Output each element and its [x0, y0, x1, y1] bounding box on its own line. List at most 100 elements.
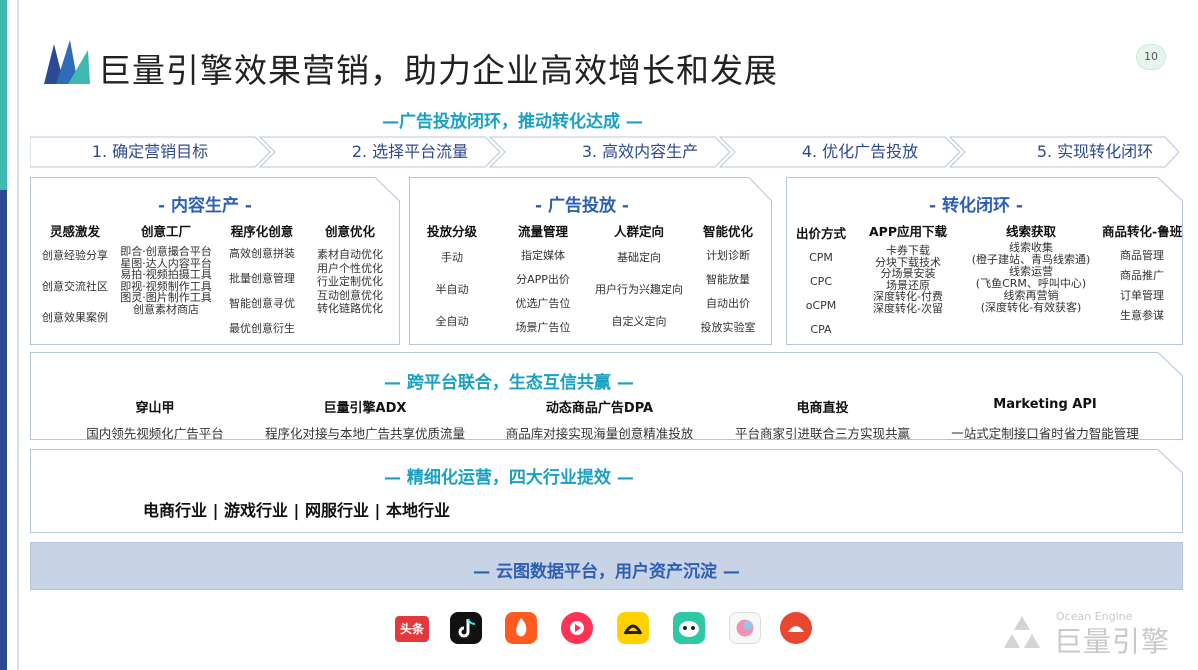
- cloud-heading: — 云图数据平台，用户资产沉淀 —: [473, 562, 740, 582]
- partner-name: 动态商品广告DPA: [545, 401, 654, 416]
- conversion-loop-panel: - 转化闭环 - 出价方式 CPM CPC oCPM CPA APP应用下载 卡…: [786, 177, 1183, 345]
- list-item: 智能创意寻优: [229, 297, 295, 310]
- list-item: 创意效果案例: [42, 311, 108, 324]
- list-item: 高效创意拼装: [229, 247, 295, 260]
- ad-delivery-panel: - 广告投放 - 投放分级 手动 半自动 全自动 流量管理 指定媒体 分APP出…: [409, 177, 772, 345]
- col-smart-optimization: 智能优化 计划诊断 智能放量 自动出价 投放实验室: [693, 221, 763, 334]
- col-header: 出价方式: [795, 226, 846, 241]
- marketing-steps-row: 1. 确定营销目标 2. 选择平台流量 3. 高效内容生产 4. 优化广告投放 …: [30, 136, 1180, 168]
- huoshan-icon: [505, 612, 537, 644]
- col-creative-factory: 创意工厂 即合·创意撮合平台 星图·达人内容平台 易拍·视频拍摄工具 即视·视频…: [116, 221, 216, 315]
- operations-heading: — 精细化运营，四大行业提效 —: [384, 468, 634, 488]
- list-item: 手动: [441, 251, 463, 264]
- aweme-icon: [780, 612, 812, 644]
- list-item: 场景广告位: [515, 321, 571, 334]
- list-item: 图灵·图片制作工具: [120, 291, 212, 304]
- toutiao-icon: 头条: [395, 616, 429, 642]
- partner-name: 穿山甲: [135, 401, 175, 416]
- conversion-loop-title: - 转化闭环 -: [929, 196, 1023, 216]
- ocean-engine-mark-icon: [1004, 616, 1040, 648]
- page-title: 巨量引擎效果营销，助力企业高效增长和发展: [98, 51, 778, 90]
- col-header: 商品转化-鲁班: [1102, 224, 1183, 239]
- cross-platform-heading: — 跨平台联合，生态互信共赢 —: [384, 373, 634, 393]
- list-item: 最优创意衍生: [229, 322, 295, 335]
- list-item: 投放实验室: [700, 321, 756, 334]
- col-header: 线索获取: [1005, 224, 1056, 239]
- step-2: 2. 选择平台流量: [351, 142, 469, 161]
- list-item: 互动创意优化: [317, 288, 383, 302]
- list-item: CPM: [809, 251, 833, 264]
- partner-desc: 国内领先视频化广告平台: [86, 426, 224, 441]
- col-header: 程序化创意: [230, 224, 294, 239]
- list-item: CPC: [810, 275, 832, 288]
- list-item: 生意参谋: [1120, 309, 1164, 322]
- list-item: 半自动: [435, 283, 469, 296]
- dongchedi-icon: [617, 612, 649, 644]
- ad-delivery-title: - 广告投放 -: [535, 196, 629, 216]
- ocean-engine-logo-icon: [44, 40, 90, 84]
- app-label: 头条: [399, 622, 424, 636]
- list-item: 批量创意管理: [229, 272, 295, 285]
- list-item: 用户行为兴趣定向: [595, 283, 683, 296]
- list-item: 商品推广: [1120, 269, 1164, 282]
- list-item: (深度转化-有效获客): [980, 301, 1082, 314]
- step-4: 4. 优化广告投放: [801, 142, 919, 161]
- qingyan-icon: [729, 612, 761, 644]
- list-item: 指定媒体: [521, 249, 565, 262]
- col-delivery-level: 投放分级 手动 半自动 全自动: [415, 221, 489, 328]
- col-header: 人群定向: [613, 224, 664, 239]
- col-header: 创意工厂: [140, 224, 191, 239]
- list-item: 全自动: [435, 315, 469, 328]
- page-number-badge: 10: [1136, 44, 1166, 70]
- col-inspiration: 灵感激发 创意经验分享 创意交流社区 创意效果案例: [32, 221, 118, 324]
- partner-name: Marketing API: [993, 397, 1097, 412]
- list-item: CPA: [810, 323, 832, 336]
- cloud-data-band: — 云图数据平台，用户资产沉淀 —: [30, 542, 1183, 590]
- col-header: 智能优化: [702, 224, 753, 239]
- list-item: 分APP出价: [516, 273, 570, 286]
- left-accent-bar-blue: [0, 190, 7, 670]
- col-app-download: APP应用下载 卡券下载 分块下载技术 分场景安装 场景还原 深度转化-付费 深…: [860, 221, 956, 314]
- list-item: 创意素材商店: [133, 302, 199, 316]
- list-item: 创意经验分享: [42, 249, 108, 262]
- brand-chinese: 巨量引擎: [1054, 625, 1171, 658]
- col-creative-optimization: 创意优化 素材自动优化 用户个性优化 行业定制优化 互动创意优化 转化链路优化: [308, 221, 392, 316]
- pipixia-icon: [673, 612, 705, 644]
- content-production-title: - 内容生产 -: [158, 196, 252, 216]
- col-bidding-method: 出价方式 CPM CPC oCPM CPA: [790, 223, 852, 336]
- ocean-engine-brand: Ocean Engine 巨量引擎: [1000, 610, 1175, 658]
- partner-name: 巨量引擎ADX: [323, 401, 407, 416]
- left-divider: [17, 0, 19, 670]
- list-item: oCPM: [805, 299, 837, 312]
- list-item: 智能放量: [706, 273, 750, 286]
- list-item: 自定义定向: [611, 315, 667, 328]
- list-item: 深度转化-次留: [873, 301, 943, 315]
- col-header: APP应用下载: [869, 224, 947, 239]
- partner-desc: 一站式定制接口省时省力智能管理: [951, 426, 1139, 441]
- list-item: 用户个性优化: [317, 261, 383, 275]
- list-item: 计划诊断: [706, 249, 750, 262]
- list-item: 商品管理: [1120, 249, 1164, 262]
- col-header: 流量管理: [517, 224, 568, 239]
- step-5: 5. 实现转化闭环: [1036, 142, 1154, 161]
- list-item: 基础定向: [617, 251, 661, 264]
- step-3: 3. 高效内容生产: [581, 142, 699, 161]
- left-accent-bar-teal: [0, 0, 7, 190]
- col-header: 创意优化: [324, 224, 375, 239]
- col-lead-acquisition: 线索获取 线索收集 (橙子建站、青鸟线索通) 线索运营 (飞鱼CRM、呼叫中心)…: [966, 221, 1096, 314]
- list-item: 创意交流社区: [42, 280, 108, 293]
- list-item: 转化链路优化: [317, 302, 383, 315]
- list-item: 行业定制优化: [317, 275, 383, 288]
- industry-list: 电商行业 | 游戏行业 | 网服行业 | 本地行业: [143, 501, 450, 520]
- list-item: 分场景安装: [880, 267, 936, 280]
- col-traffic-management: 流量管理 指定媒体 分APP出价 优选广告位 场景广告位: [501, 221, 585, 334]
- content-production-panel: - 内容生产 - 灵感激发 创意经验分享 创意交流社区 创意效果案例 创意工厂 …: [30, 177, 400, 345]
- col-header: 灵感激发: [49, 224, 100, 239]
- closed-loop-heading: —广告投放闭环，推动转化达成 —: [382, 112, 643, 132]
- col-programmatic-creative: 程序化创意 高效创意拼装 批量创意管理 智能创意寻优 最优创意衍生: [220, 221, 304, 335]
- col-product-conversion: 商品转化-鲁班 商品管理 商品推广 订单管理 生意参谋: [1102, 221, 1182, 322]
- partner-desc: 商品库对接实现海量创意精准投放: [505, 426, 694, 441]
- col-audience-targeting: 人群定向 基础定向 用户行为兴趣定向 自定义定向: [589, 221, 689, 328]
- list-item: 易拍·视频拍摄工具: [120, 268, 212, 281]
- list-item: 深度转化-付费: [873, 290, 943, 303]
